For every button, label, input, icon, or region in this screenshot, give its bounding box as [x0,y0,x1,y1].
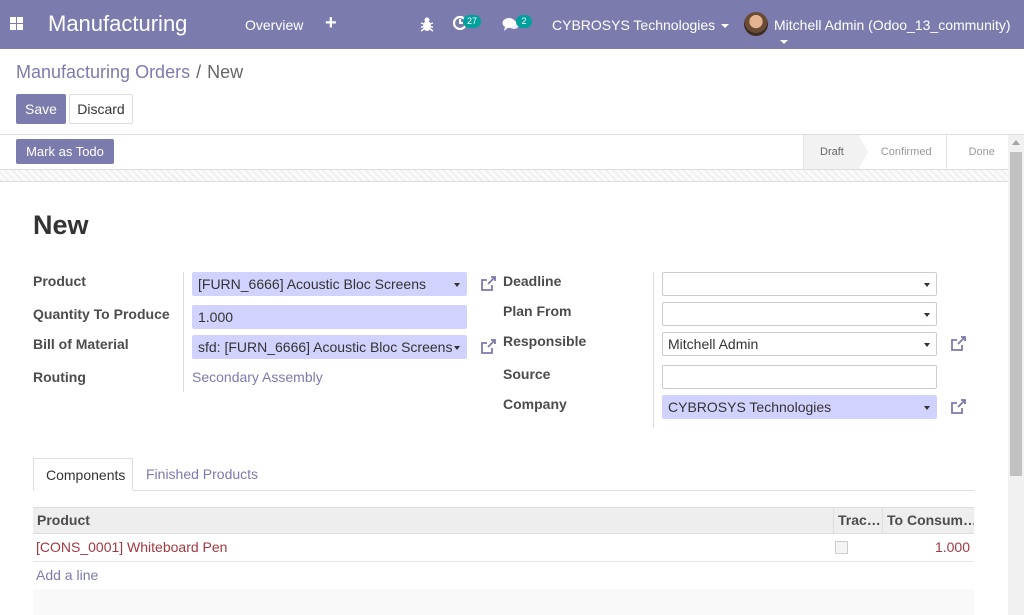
quantity-label: Quantity To Produce [33,306,170,322]
message-count-badge: 2 [516,15,532,28]
company-switcher[interactable]: CYBROSYS Technologies [552,17,730,33]
source-field[interactable] [662,365,937,389]
menu-overview[interactable]: Overview [245,17,303,33]
page-title: New [33,210,89,240]
app-title[interactable]: Manufacturing [48,11,187,37]
routing-label: Routing [33,369,86,385]
bom-field[interactable]: sfd: [FURN_6666] Acoustic Bloc Screens [192,335,467,359]
deadline-field[interactable] [662,272,937,296]
responsible-field[interactable]: Mitchell Admin [662,332,937,356]
save-button[interactable]: Save [16,94,66,124]
routing-value[interactable]: Secondary Assembly [192,369,323,385]
plan-from-field[interactable] [662,302,937,326]
table-footer [33,589,974,615]
user-menu[interactable]: Mitchell Admin (Odoo_13_community) [774,17,1024,49]
table-row: Add a line [33,562,974,590]
discard-button[interactable]: Discard [69,94,133,124]
components-table: Product Trac… To Consum… [CONS_0001] Whi… [33,507,974,590]
tab-finished-products[interactable]: Finished Products [134,458,270,491]
divider [183,272,184,392]
responsible-label: Responsible [503,333,587,349]
menu-add[interactable]: + [325,12,337,34]
apps-menu-icon[interactable] [10,17,23,30]
plan-from-label: Plan From [503,303,572,319]
product-label: Product [33,273,86,289]
bom-label: Bill of Material [33,336,129,352]
table-row[interactable]: [CONS_0001] Whiteboard Pen 1.000 [33,534,974,562]
company-switcher-label: CYBROSYS Technologies [552,17,716,33]
breadcrumb: Manufacturing Orders / New [16,62,243,83]
column-to-consume[interactable]: To Consum… [882,508,974,534]
quantity-field[interactable]: 1.000 [192,305,467,329]
external-link-icon[interactable] [479,275,497,293]
top-navbar: Manufacturing Overview + 27 2 CYBROSYS T… [0,0,1024,49]
breadcrumb-current: New [207,62,244,82]
external-link-icon[interactable] [479,338,497,356]
external-link-icon[interactable] [949,335,967,353]
avatar[interactable] [744,12,768,36]
external-link-icon[interactable] [949,398,967,416]
mark-as-todo-button[interactable]: Mark as Todo [16,139,114,164]
deadline-label: Deadline [503,273,562,289]
stage-done[interactable]: Done [945,135,1009,169]
breadcrumb-separator: / [196,62,202,82]
column-tracked[interactable]: Trac… [833,508,881,534]
add-a-line-link[interactable]: Add a line [36,562,98,588]
tracked-checkbox[interactable] [835,541,848,554]
company-label: Company [503,396,567,412]
stage-draft[interactable]: Draft [803,135,868,169]
chevron-down-icon [780,40,788,45]
chevron-down-icon [721,24,730,29]
component-product[interactable]: [CONS_0001] Whiteboard Pen [36,534,227,561]
stage-pipeline: Draft Confirmed Done [803,135,1009,169]
breadcrumb-parent[interactable]: Manufacturing Orders [16,62,190,82]
user-menu-label: Mitchell Admin (Odoo_13_community) [774,17,1011,33]
scroll-up-arrow-icon[interactable] [1012,140,1020,145]
scrollbar-thumb[interactable] [1010,152,1022,476]
product-field[interactable]: [FURN_6666] Acoustic Bloc Screens [192,272,467,296]
stage-confirmed[interactable]: Confirmed [857,135,946,169]
sheet-background [0,169,1008,182]
activity-count-badge: 27 [463,15,482,28]
divider [653,272,654,428]
tab-components[interactable]: Components [33,458,133,491]
notebook-tabs: Components Finished Products [33,458,974,491]
company-field[interactable]: CYBROSYS Technologies [662,395,937,419]
bug-icon[interactable] [420,16,434,32]
source-label: Source [503,366,551,382]
column-product[interactable]: Product [37,508,827,534]
component-to-consume[interactable]: 1.000 [935,534,970,561]
table-header: Product Trac… To Consum… [33,507,974,534]
